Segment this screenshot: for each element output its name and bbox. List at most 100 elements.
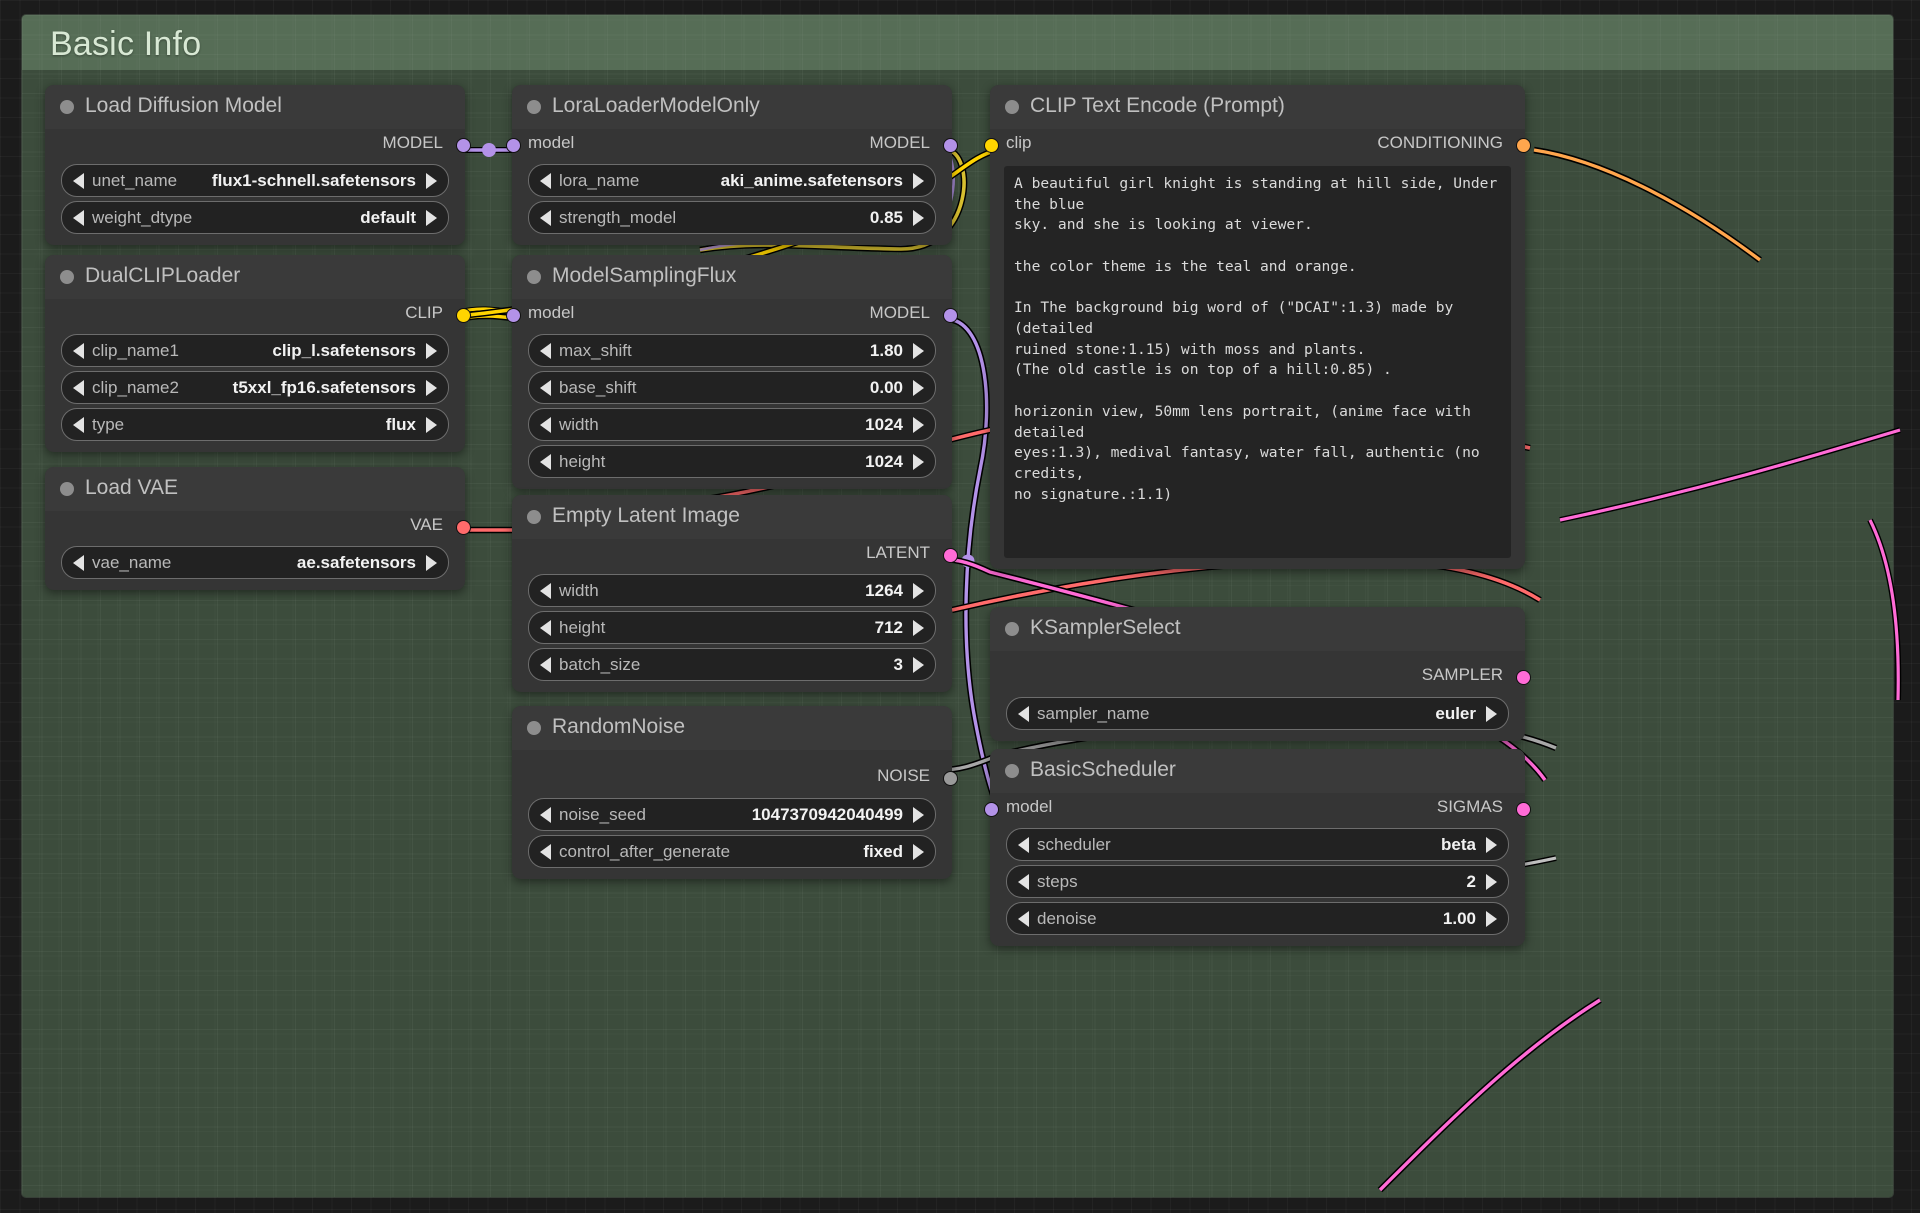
- increment-arrow-icon[interactable]: [913, 209, 924, 226]
- output-slot-sampler[interactable]: SAMPLER: [990, 651, 1531, 693]
- decrement-arrow-icon[interactable]: [1018, 873, 1029, 890]
- collapse-dot-icon[interactable]: [527, 270, 541, 284]
- output-slot-noise[interactable]: NOISE: [512, 750, 958, 794]
- input-slot-dot-icon[interactable]: [984, 138, 999, 153]
- widget-scheduler[interactable]: scheduler beta: [1006, 828, 1509, 861]
- output-slot-dot-icon[interactable]: [456, 520, 471, 535]
- widget-weight-dtype[interactable]: weight_dtype default: [61, 201, 449, 234]
- decrement-arrow-icon[interactable]: [73, 209, 84, 226]
- widget-value[interactable]: beta: [1111, 835, 1476, 855]
- widget-value[interactable]: 1047370942040499: [646, 805, 903, 825]
- input-slot-dot-icon[interactable]: [506, 308, 521, 323]
- node-header[interactable]: Load VAE: [45, 467, 465, 511]
- widget-value[interactable]: flux: [124, 415, 416, 435]
- output-slot-dot-icon[interactable]: [943, 771, 958, 786]
- decrement-arrow-icon[interactable]: [540, 843, 551, 860]
- increment-arrow-icon[interactable]: [913, 416, 924, 433]
- increment-arrow-icon[interactable]: [1486, 873, 1497, 890]
- increment-arrow-icon[interactable]: [426, 416, 437, 433]
- output-slot-dot-icon[interactable]: [1516, 670, 1531, 685]
- output-slot-dot-icon[interactable]: [456, 308, 471, 323]
- decrement-arrow-icon[interactable]: [540, 172, 551, 189]
- widget-type[interactable]: type flux: [61, 408, 449, 441]
- decrement-arrow-icon[interactable]: [540, 416, 551, 433]
- widget-value[interactable]: t5xxl_fp16.safetensors: [179, 378, 416, 398]
- node-header[interactable]: ModelSamplingFlux: [512, 255, 952, 299]
- collapse-dot-icon[interactable]: [1005, 100, 1019, 114]
- node-load-diffusion-model[interactable]: Load Diffusion Model MODEL unet_name flu…: [45, 85, 471, 245]
- node-empty-latent-image[interactable]: Empty Latent Image LATENT width 1264 hei…: [512, 495, 958, 692]
- output-slot-model[interactable]: MODEL: [45, 129, 471, 160]
- widget-control-after-generate[interactable]: control_after_generate fixed: [528, 835, 936, 868]
- widget-height[interactable]: height 712: [528, 611, 936, 644]
- output-slot-dot-icon[interactable]: [1516, 138, 1531, 153]
- widget-lora-name[interactable]: lora_name aki_anime.safetensors: [528, 164, 936, 197]
- collapse-dot-icon[interactable]: [60, 270, 74, 284]
- increment-arrow-icon[interactable]: [913, 342, 924, 359]
- input-slot-dot-icon[interactable]: [506, 138, 521, 153]
- node-basic-scheduler[interactable]: BasicScheduler model SIGMAS scheduler be…: [984, 749, 1531, 946]
- widget-value[interactable]: 1024: [605, 452, 903, 472]
- decrement-arrow-icon[interactable]: [540, 342, 551, 359]
- widget-value[interactable]: fixed: [730, 842, 903, 862]
- widget-value[interactable]: 712: [605, 618, 903, 638]
- widget-clip-name1[interactable]: clip_name1 clip_l.safetensors: [61, 334, 449, 367]
- widget-noise-seed[interactable]: noise_seed 1047370942040499: [528, 798, 936, 831]
- collapse-dot-icon[interactable]: [527, 721, 541, 735]
- output-slot-vae[interactable]: VAE: [45, 511, 471, 542]
- widget-value[interactable]: 1.80: [632, 341, 903, 361]
- widget-value[interactable]: 0.00: [637, 378, 903, 398]
- prompt-textarea[interactable]: A beautiful girl knight is standing at h…: [1004, 166, 1511, 558]
- increment-arrow-icon[interactable]: [913, 582, 924, 599]
- widget-value[interactable]: 1264: [599, 581, 903, 601]
- increment-arrow-icon[interactable]: [426, 379, 437, 396]
- increment-arrow-icon[interactable]: [913, 843, 924, 860]
- widget-max-shift[interactable]: max_shift 1.80: [528, 334, 936, 367]
- decrement-arrow-icon[interactable]: [73, 342, 84, 359]
- node-header[interactable]: BasicScheduler: [990, 749, 1525, 793]
- node-model-sampling-flux[interactable]: ModelSamplingFlux model MODEL max_shift …: [506, 255, 958, 489]
- widget-base-shift[interactable]: base_shift 0.00: [528, 371, 936, 404]
- input-slot-dot-icon[interactable]: [984, 802, 999, 817]
- node-lora-loader-model-only[interactable]: LoraLoaderModelOnly model MODEL lora_nam…: [506, 85, 958, 245]
- node-graph-canvas[interactable]: Basic Info Load Diffusion Model MODEL un…: [0, 0, 1920, 1213]
- output-slot-clip[interactable]: CLIP: [45, 299, 471, 330]
- collapse-dot-icon[interactable]: [527, 510, 541, 524]
- node-header[interactable]: LoraLoaderModelOnly: [512, 85, 952, 129]
- output-slot-dot-icon[interactable]: [456, 138, 471, 153]
- widget-value[interactable]: flux1-schnell.safetensors: [177, 171, 416, 191]
- increment-arrow-icon[interactable]: [426, 342, 437, 359]
- widget-value[interactable]: euler: [1149, 704, 1476, 724]
- increment-arrow-icon[interactable]: [913, 453, 924, 470]
- node-ksampler-select[interactable]: KSamplerSelect SAMPLER sampler_name eule…: [990, 607, 1531, 741]
- decrement-arrow-icon[interactable]: [1018, 836, 1029, 853]
- collapse-dot-icon[interactable]: [60, 482, 74, 496]
- widget-value[interactable]: 1024: [599, 415, 903, 435]
- widget-value[interactable]: default: [192, 208, 416, 228]
- decrement-arrow-icon[interactable]: [73, 416, 84, 433]
- widget-value[interactable]: 0.85: [676, 208, 903, 228]
- output-slot-dot-icon[interactable]: [943, 548, 958, 563]
- node-load-vae[interactable]: Load VAE VAE vae_name ae.safetensors: [45, 467, 471, 590]
- increment-arrow-icon[interactable]: [1486, 910, 1497, 927]
- widget-value[interactable]: 1.00: [1097, 909, 1476, 929]
- widget-clip-name2[interactable]: clip_name2 t5xxl_fp16.safetensors: [61, 371, 449, 404]
- widget-unet-name[interactable]: unet_name flux1-schnell.safetensors: [61, 164, 449, 197]
- node-header[interactable]: RandomNoise: [512, 706, 952, 750]
- decrement-arrow-icon[interactable]: [73, 379, 84, 396]
- widget-width[interactable]: width 1264: [528, 574, 936, 607]
- increment-arrow-icon[interactable]: [1486, 705, 1497, 722]
- increment-arrow-icon[interactable]: [913, 806, 924, 823]
- output-slot-latent[interactable]: LATENT: [512, 539, 958, 570]
- collapse-dot-icon[interactable]: [1005, 622, 1019, 636]
- increment-arrow-icon[interactable]: [1486, 836, 1497, 853]
- output-slot-dot-icon[interactable]: [943, 138, 958, 153]
- collapse-dot-icon[interactable]: [1005, 764, 1019, 778]
- widget-value[interactable]: 3: [640, 655, 903, 675]
- widget-steps[interactable]: steps 2: [1006, 865, 1509, 898]
- increment-arrow-icon[interactable]: [426, 172, 437, 189]
- decrement-arrow-icon[interactable]: [540, 453, 551, 470]
- widget-sampler-name[interactable]: sampler_name euler: [1006, 697, 1509, 730]
- decrement-arrow-icon[interactable]: [73, 172, 84, 189]
- widget-value[interactable]: clip_l.safetensors: [179, 341, 416, 361]
